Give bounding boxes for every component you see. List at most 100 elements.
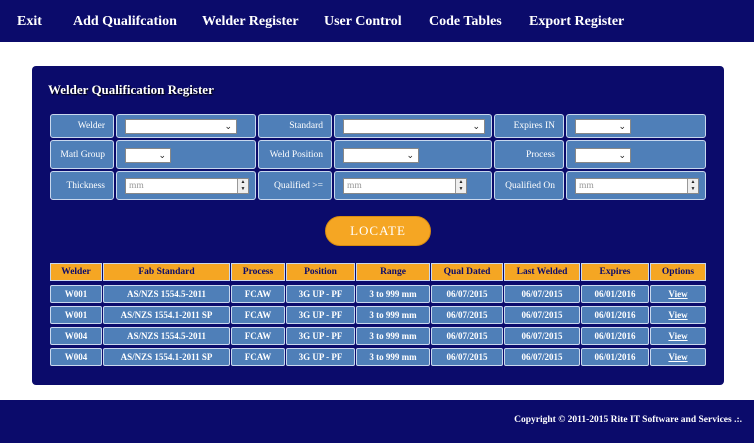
chevron-down-icon: ⌄ — [618, 150, 626, 160]
table-cell: AS/NZS 1554.1-2011 SP — [103, 306, 230, 324]
table-cell: W004 — [50, 348, 102, 366]
welder-field-cell: ⌄ — [116, 114, 256, 138]
matl-group-label: Matl Group — [50, 140, 114, 169]
nav-welder-register[interactable]: Welder Register — [202, 14, 299, 30]
top-nav: Exit Add Qualifcation Welder Register Us… — [0, 0, 754, 42]
view-link[interactable]: View — [668, 310, 687, 320]
footer: Copyright © 2011-2015 Rite IT Software a… — [0, 400, 754, 443]
expires-in-select[interactable]: ⌄ — [575, 119, 631, 134]
locate-button[interactable]: LOCATE — [325, 216, 431, 246]
expires-in-field-cell: ⌄ — [566, 114, 706, 138]
nav-code-tables[interactable]: Code Tables — [429, 14, 502, 30]
col-header-range: Range — [356, 263, 430, 281]
view-link[interactable]: View — [668, 289, 687, 299]
panel-title: Welder Qualification Register — [48, 82, 214, 97]
table-cell: 06/01/2016 — [581, 306, 649, 324]
chevron-down-icon: ⌄ — [224, 121, 232, 131]
register-panel: Welder Qualification Register Welder ⌄ S… — [32, 66, 724, 385]
thickness-field-cell: mm ▲ ▼ — [116, 171, 256, 200]
thickness-stepper[interactable]: ▲ ▼ — [237, 179, 248, 193]
table-cell: 3 to 999 mm — [356, 306, 430, 324]
thickness-label: Thickness — [50, 171, 114, 200]
options-cell: View — [650, 306, 706, 324]
nav-exit[interactable]: Exit — [17, 14, 42, 30]
options-cell: View — [650, 327, 706, 345]
table-cell: FCAW — [231, 348, 285, 366]
table-cell: 3 to 999 mm — [356, 327, 430, 345]
chevron-down-icon: ⌄ — [618, 121, 626, 131]
qualified-on-field-cell: mm ▲ ▼ — [566, 171, 706, 200]
standard-label: Standard — [258, 114, 332, 138]
thickness-input[interactable]: mm ▲ ▼ — [125, 178, 249, 194]
nav-user-control[interactable]: User Control — [324, 14, 402, 30]
table-cell: AS/NZS 1554.5-2011 — [103, 327, 230, 345]
weld-position-select[interactable]: ⌄ — [343, 148, 419, 163]
col-header-welder: Welder — [50, 263, 102, 281]
qualified-gte-label: Qualified >= — [258, 171, 332, 200]
table-cell: 06/01/2016 — [581, 348, 649, 366]
qualified-on-input[interactable]: mm ▲ ▼ — [575, 178, 699, 194]
table-cell: W001 — [50, 285, 102, 303]
table-cell: 06/07/2015 — [504, 306, 580, 324]
process-select[interactable]: ⌄ — [575, 148, 631, 163]
col-header-position: Position — [286, 263, 355, 281]
table-cell: FCAW — [231, 285, 285, 303]
matl-group-field-cell: ⌄ — [116, 140, 256, 169]
options-cell: View — [650, 348, 706, 366]
weld-position-label: Weld Position — [258, 140, 332, 169]
table-cell: 06/01/2016 — [581, 285, 649, 303]
table-cell: 06/07/2015 — [504, 285, 580, 303]
table-cell: W004 — [50, 327, 102, 345]
table-cell: 06/07/2015 — [504, 327, 580, 345]
table-cell: 3G UP - PF — [286, 306, 355, 324]
thickness-placeholder: mm — [129, 181, 144, 191]
table-cell: 3 to 999 mm — [356, 348, 430, 366]
table-cell: 06/07/2015 — [431, 348, 503, 366]
matl-group-select[interactable]: ⌄ — [125, 148, 171, 163]
view-link[interactable]: View — [668, 331, 687, 341]
table-cell: 3G UP - PF — [286, 285, 355, 303]
qualified-on-label: Qualified On — [494, 171, 564, 200]
qualified-gte-placeholder: mm — [347, 181, 362, 191]
table-cell: 06/07/2015 — [431, 285, 503, 303]
col-header-qual-dated: Qual Dated — [431, 263, 503, 281]
qualified-on-placeholder: mm — [579, 181, 594, 191]
qualified-gte-stepper[interactable]: ▲ ▼ — [455, 179, 466, 193]
table-cell: 06/07/2015 — [431, 327, 503, 345]
nav-export-register[interactable]: Export Register — [529, 14, 624, 30]
col-header-last-welded: Last Welded — [504, 263, 580, 281]
chevron-down-icon: ⌄ — [472, 121, 480, 131]
process-label: Process — [494, 140, 564, 169]
table-cell: 3 to 999 mm — [356, 285, 430, 303]
table-cell: FCAW — [231, 327, 285, 345]
chevron-down-icon: ⌄ — [158, 150, 166, 160]
table-cell: 06/07/2015 — [504, 348, 580, 366]
standard-select[interactable]: ⌄ — [343, 119, 485, 134]
expires-in-label: Expires IN — [494, 114, 564, 138]
table-cell: AS/NZS 1554.1-2011 SP — [103, 348, 230, 366]
qualified-gte-field-cell: mm ▲ ▼ — [334, 171, 492, 200]
nav-add-qualification[interactable]: Add Qualifcation — [73, 14, 177, 30]
table-cell: 3G UP - PF — [286, 348, 355, 366]
col-header-options: Options — [650, 263, 706, 281]
table-cell: 06/07/2015 — [431, 306, 503, 324]
welder-label: Welder — [50, 114, 114, 138]
col-header-fab-standard: Fab Standard — [103, 263, 230, 281]
table-cell: FCAW — [231, 306, 285, 324]
process-field-cell: ⌄ — [566, 140, 706, 169]
table-cell: 3G UP - PF — [286, 327, 355, 345]
copyright-text: Copyright © 2011-2015 Rite IT Software a… — [514, 415, 742, 425]
table-cell: AS/NZS 1554.5-2011 — [103, 285, 230, 303]
table-cell: 06/01/2016 — [581, 327, 649, 345]
standard-field-cell: ⌄ — [334, 114, 492, 138]
view-link[interactable]: View — [668, 352, 687, 362]
options-cell: View — [650, 285, 706, 303]
weld-position-field-cell: ⌄ — [334, 140, 492, 169]
col-header-process: Process — [231, 263, 285, 281]
chevron-down-icon: ⌄ — [406, 150, 414, 160]
qualified-gte-input[interactable]: mm ▲ ▼ — [343, 178, 467, 194]
welder-select[interactable]: ⌄ — [125, 119, 237, 134]
table-cell: W001 — [50, 306, 102, 324]
qualified-on-stepper[interactable]: ▲ ▼ — [687, 179, 698, 193]
col-header-expires: Expires — [581, 263, 649, 281]
